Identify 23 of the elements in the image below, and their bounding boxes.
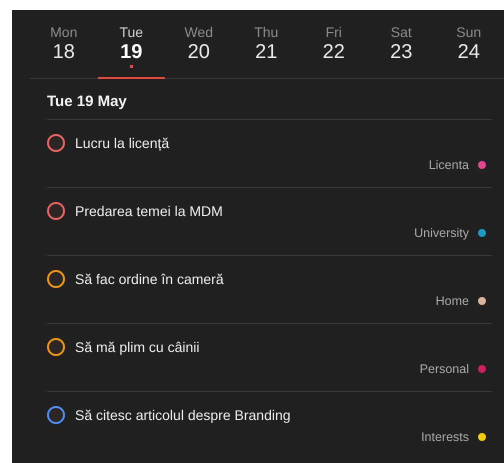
task-checkbox[interactable] [47, 270, 65, 288]
task-checkbox[interactable] [47, 338, 65, 356]
task-title[interactable]: Să fac ordine în cameră [75, 269, 224, 289]
day-tab[interactable]: Mon 18 [30, 24, 98, 78]
task-checkbox[interactable] [47, 406, 65, 424]
task-title[interactable]: Să mă plim cu câinii [75, 337, 200, 357]
day-tab[interactable]: Sat 23 [368, 24, 435, 78]
date-heading: Tue 19 May [47, 93, 127, 111]
task-tag: University [414, 226, 469, 240]
day-tab[interactable]: Tue 19 [98, 24, 165, 78]
task-tag: Home [436, 294, 469, 308]
task-title[interactable]: Predarea temei la MDM [75, 201, 223, 221]
day-tab[interactable]: Thu 21 [232, 24, 300, 78]
task-checkbox[interactable] [47, 202, 65, 220]
task-tag: Personal [420, 362, 469, 376]
day-tab[interactable]: Sun 24 [435, 24, 502, 78]
task-title[interactable]: Să citesc articolul despre Branding [75, 405, 291, 425]
day-tab[interactable]: Wed 20 [165, 24, 232, 78]
task-checkbox[interactable] [47, 134, 65, 152]
day-tab[interactable]: Fri 22 [300, 24, 368, 78]
task-tag: Licenta [428, 158, 469, 172]
task-tag: Interests [421, 430, 469, 444]
task-title[interactable]: Lucru la licență [75, 133, 170, 153]
